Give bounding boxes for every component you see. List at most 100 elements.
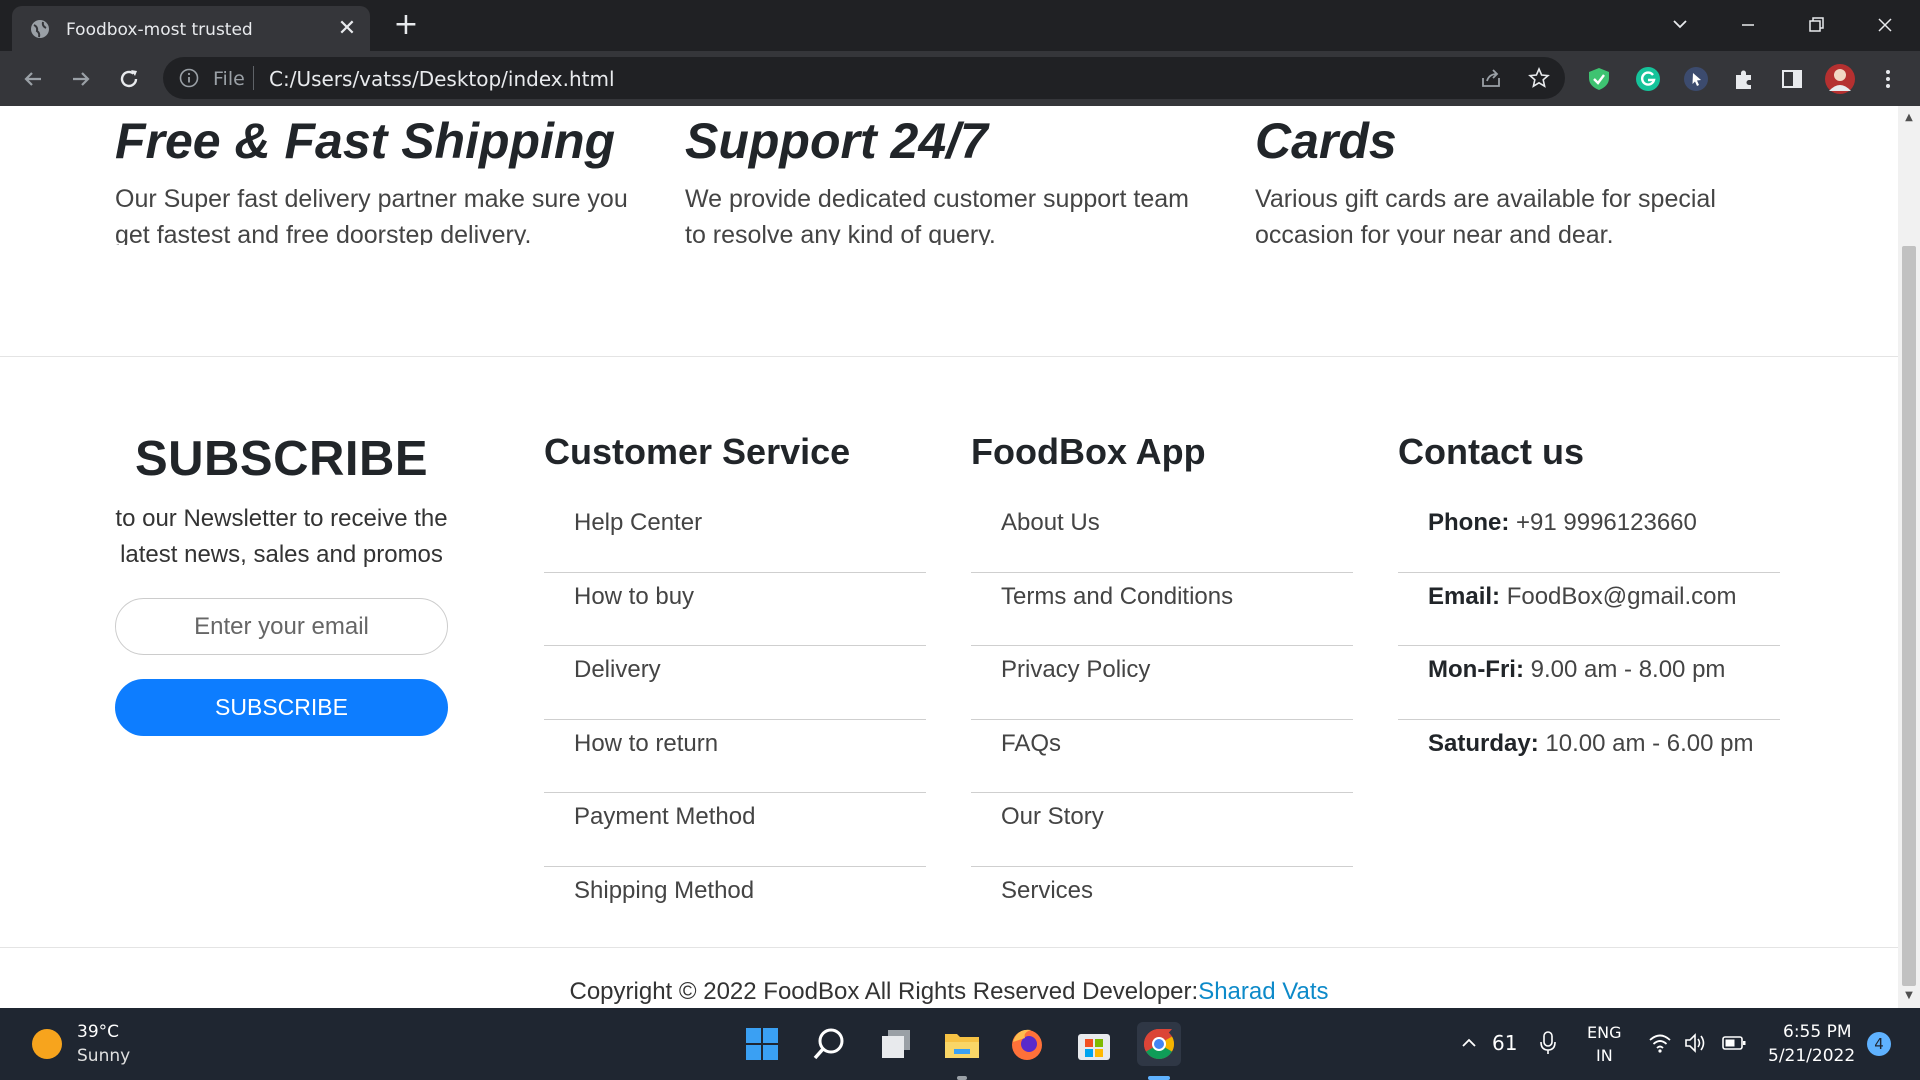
contact-email: Email: FoodBox@gmail.com bbox=[1398, 573, 1780, 646]
contact-value: +91 9996123660 bbox=[1516, 509, 1697, 536]
url-text[interactable]: C:/Users/vatss/Desktop/index.html bbox=[269, 67, 615, 91]
feature-title: Support 24/7 bbox=[685, 113, 988, 169]
link-faqs[interactable]: FAQs bbox=[971, 720, 1353, 793]
volume-icon[interactable] bbox=[1683, 1032, 1707, 1054]
contact-weekday-hours: Mon-Fri: 9.00 am - 8.00 pm bbox=[1398, 646, 1780, 720]
language-bottom[interactable]: IN bbox=[1596, 1046, 1613, 1065]
firefox-icon[interactable] bbox=[1005, 1022, 1049, 1066]
chrome-active-indicator bbox=[1148, 1076, 1170, 1080]
browser-tab-strip: Foodbox-most trusted ✕ + bbox=[0, 0, 1920, 51]
feature-text: We provide dedicated customer support te… bbox=[685, 185, 1189, 245]
link-services[interactable]: Services bbox=[971, 867, 1353, 941]
info-icon[interactable] bbox=[179, 68, 199, 88]
page-scrollbar[interactable]: ▲ ▼ bbox=[1898, 106, 1920, 1008]
chrome-icon[interactable] bbox=[1137, 1022, 1181, 1066]
link-help-center[interactable]: Help Center bbox=[544, 499, 926, 573]
foodbox-app-column: FoodBox App About Us Terms and Condition… bbox=[971, 431, 1353, 940]
contact-label: Saturday: bbox=[1428, 729, 1539, 757]
more-menu-icon[interactable] bbox=[1874, 65, 1902, 93]
bookmark-star-icon[interactable] bbox=[1527, 66, 1551, 90]
subscribe-section: SUBSCRIBE to our Newsletter to receive t… bbox=[115, 431, 448, 736]
chevron-up-icon[interactable] bbox=[1460, 1034, 1478, 1052]
profile-avatar[interactable] bbox=[1824, 63, 1856, 95]
feature-text: Our Super fast delivery partner make sur… bbox=[115, 185, 628, 245]
link-our-story[interactable]: Our Story bbox=[971, 793, 1353, 867]
footer-bottom-divider bbox=[0, 947, 1898, 948]
browser-tab[interactable]: Foodbox-most trusted ✕ bbox=[12, 6, 370, 51]
file-explorer-running-indicator bbox=[957, 1076, 967, 1080]
forward-arrow-icon[interactable] bbox=[65, 63, 97, 95]
back-arrow-icon[interactable] bbox=[17, 63, 49, 95]
foodbox-app-heading: FoodBox App bbox=[971, 431, 1206, 472]
minimize-icon[interactable] bbox=[1728, 10, 1768, 40]
clock-date[interactable]: 5/21/2022 bbox=[1768, 1046, 1855, 1066]
link-payment-method[interactable]: Payment Method bbox=[544, 793, 926, 867]
link-shipping-method[interactable]: Shipping Method bbox=[544, 867, 926, 941]
sun-weather-icon[interactable] bbox=[32, 1029, 62, 1059]
language-top[interactable]: ENG bbox=[1587, 1023, 1621, 1042]
link-about-us[interactable]: About Us bbox=[971, 499, 1353, 573]
footer-top-divider bbox=[0, 356, 1898, 357]
tray-counter[interactable]: 61 bbox=[1492, 1031, 1517, 1055]
subscribe-text: to our Newsletter to receive the latest … bbox=[115, 505, 448, 568]
tab-title: Foodbox-most trusted bbox=[66, 20, 253, 40]
grammarly-icon[interactable] bbox=[1634, 65, 1662, 93]
contact-value: 9.00 am - 8.00 pm bbox=[1530, 656, 1726, 683]
link-delivery[interactable]: Delivery bbox=[544, 646, 926, 720]
subscribe-button[interactable]: SUBSCRIBE bbox=[115, 679, 448, 736]
page-viewport: Free & Fast Shipping Our Super fast deli… bbox=[0, 106, 1898, 1008]
close-tab-icon[interactable]: ✕ bbox=[334, 16, 360, 42]
cursor-extension-icon[interactable] bbox=[1682, 65, 1710, 93]
windows-start-icon[interactable] bbox=[740, 1022, 784, 1066]
share-icon[interactable] bbox=[1479, 66, 1503, 90]
weather-condition[interactable]: Sunny bbox=[77, 1046, 130, 1066]
side-panel-icon[interactable] bbox=[1778, 65, 1806, 93]
contact-value: 10.00 am - 6.00 pm bbox=[1545, 729, 1754, 757]
scroll-up-arrow-icon[interactable]: ▲ bbox=[1903, 112, 1915, 124]
address-bar[interactable]: File C:/Users/vatss/Desktop/index.html bbox=[163, 57, 1565, 99]
tab-search-icon[interactable] bbox=[1660, 10, 1700, 40]
battery-icon[interactable] bbox=[1721, 1033, 1747, 1053]
microsoft-store-icon[interactable] bbox=[1072, 1022, 1116, 1066]
contact-heading: Contact us bbox=[1398, 431, 1585, 472]
omnibox-separator bbox=[253, 66, 254, 90]
windows-taskbar: 39°C Sunny 61 ENG IN 6:55 PM 5/21/2022 4 bbox=[0, 1008, 1920, 1080]
contact-column: Contact us Phone: +91 9996123660 Email: … bbox=[1398, 431, 1780, 793]
link-terms[interactable]: Terms and Conditions bbox=[971, 573, 1353, 646]
close-window-icon[interactable] bbox=[1865, 10, 1905, 40]
restore-icon[interactable] bbox=[1796, 10, 1836, 40]
contact-label: Mon-Fri: bbox=[1428, 656, 1524, 683]
developer-link[interactable]: Sharad Vats bbox=[1198, 978, 1328, 1005]
file-scheme-label: File bbox=[213, 68, 245, 90]
customer-service-heading: Customer Service bbox=[544, 431, 851, 472]
clock-time[interactable]: 6:55 PM bbox=[1783, 1022, 1852, 1042]
link-privacy-policy[interactable]: Privacy Policy bbox=[971, 646, 1353, 720]
scrollbar-thumb[interactable] bbox=[1902, 246, 1916, 986]
weather-temperature[interactable]: 39°C bbox=[77, 1022, 119, 1042]
file-explorer-icon[interactable] bbox=[940, 1022, 984, 1066]
contact-saturday-hours: Saturday: 10.00 am - 6.00 pm bbox=[1398, 720, 1780, 794]
search-icon[interactable] bbox=[807, 1022, 851, 1066]
feature-title: Free & Fast Shipping bbox=[115, 113, 616, 169]
subscribe-heading: SUBSCRIBE bbox=[134, 432, 429, 486]
email-input[interactable] bbox=[115, 598, 448, 655]
shield-extension-icon[interactable] bbox=[1585, 65, 1613, 93]
microphone-icon[interactable] bbox=[1538, 1030, 1558, 1056]
contact-label: Email: bbox=[1428, 582, 1501, 610]
scroll-down-arrow-icon[interactable]: ▼ bbox=[1903, 990, 1915, 1002]
feature-text: Various gift cards are available for spe… bbox=[1255, 185, 1716, 245]
extensions-puzzle-icon[interactable] bbox=[1730, 65, 1758, 93]
link-how-to-buy[interactable]: How to buy bbox=[544, 573, 926, 646]
link-how-to-return[interactable]: How to return bbox=[544, 720, 926, 793]
contact-label: Phone: bbox=[1428, 509, 1510, 536]
task-view-icon[interactable] bbox=[874, 1022, 918, 1066]
notification-badge[interactable]: 4 bbox=[1867, 1032, 1891, 1056]
browser-toolbar: File C:/Users/vatss/Desktop/index.html bbox=[0, 51, 1920, 106]
globe-icon bbox=[31, 20, 49, 38]
copyright-bar: Copyright © 2022 FoodBox All Rights Rese… bbox=[0, 978, 1898, 1006]
new-tab-button[interactable]: + bbox=[390, 10, 422, 42]
copyright-text: Copyright © 2022 FoodBox All Rights Rese… bbox=[569, 978, 1199, 1005]
wifi-icon[interactable] bbox=[1648, 1032, 1672, 1054]
contact-value: FoodBox@gmail.com bbox=[1506, 582, 1737, 610]
reload-icon[interactable] bbox=[113, 63, 145, 95]
